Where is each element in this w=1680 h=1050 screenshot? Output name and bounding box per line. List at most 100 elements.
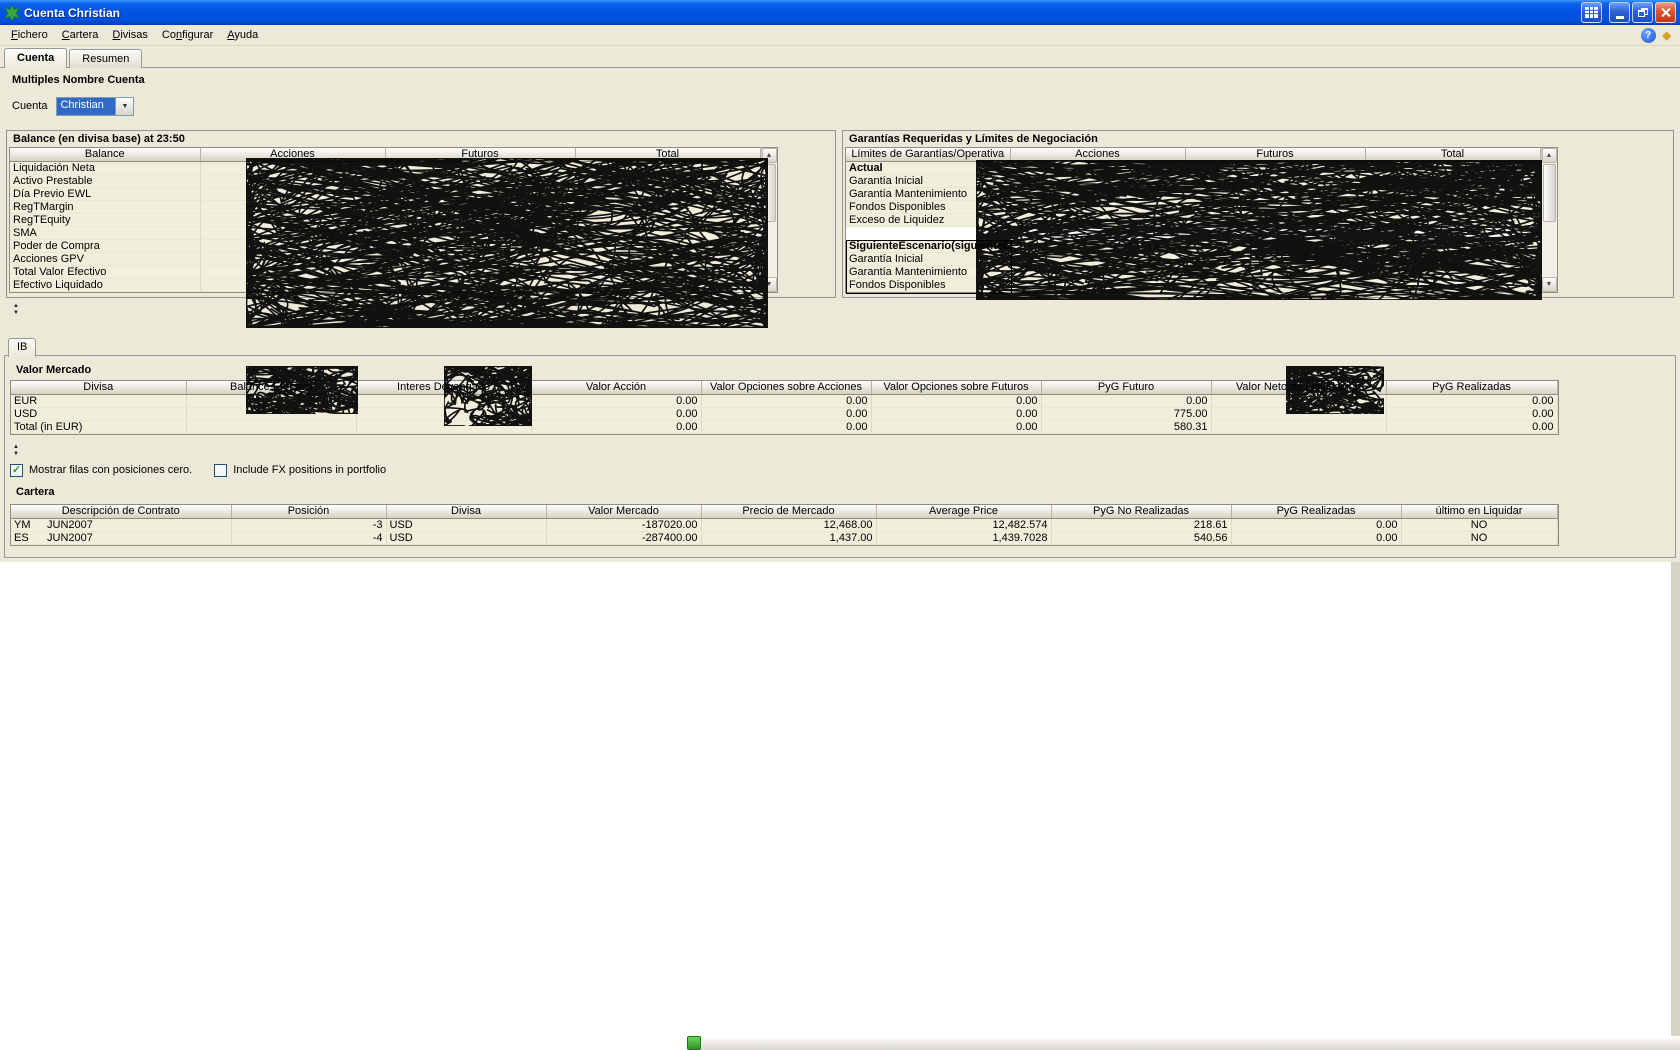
column-header[interactable]: último en Liquidar <box>1401 505 1557 519</box>
table-row[interactable]: Garantía Mantenimiento <box>846 266 1540 279</box>
table-row[interactable]: Liquidación Neta <box>10 162 760 175</box>
table-row[interactable]: Exceso de Liquidez <box>846 214 1540 227</box>
table-row[interactable]: RegTMargin <box>10 201 760 214</box>
value-cell <box>575 214 760 227</box>
table-row[interactable]: Día Previo EWL <box>10 188 760 201</box>
scroll-down-button[interactable]: ▼ <box>762 277 777 292</box>
column-header[interactable]: Valor Opciones sobre Futuros <box>871 381 1041 395</box>
garantias-table: Límites de Garantías/OperativaAccionesFu… <box>845 147 1558 293</box>
connection-status-icon[interactable]: ◆ <box>1663 29 1671 42</box>
column-header[interactable]: Interes Devengado <box>356 381 531 395</box>
table-row[interactable]: RegTEquity <box>10 214 760 227</box>
table-row[interactable]: Fondos Disponibles <box>846 279 1540 292</box>
column-header[interactable]: Valor Neto de Liquidación <box>1211 381 1386 395</box>
value-cell <box>1185 266 1365 279</box>
menu-ayuda[interactable]: Ayuda <box>220 27 265 43</box>
column-header[interactable]: Precio de Mercado <box>701 505 876 519</box>
row-label-cell: Día Previo EWL <box>10 188 200 201</box>
column-header[interactable]: Total <box>575 148 760 162</box>
column-header[interactable]: Descripción de Contrato <box>11 505 231 519</box>
help-icon[interactable]: ? <box>1641 28 1656 43</box>
collapse-down-icon: ▼ <box>10 310 22 317</box>
column-header[interactable]: Divisa <box>386 505 546 519</box>
tab-resumen[interactable]: Resumen <box>69 49 142 69</box>
table-row[interactable]: USD0.000.000.00775.000.00 <box>11 408 1557 421</box>
column-header[interactable]: PyG Realizadas <box>1231 505 1401 519</box>
menu-divisas[interactable]: Divisas <box>105 27 154 43</box>
table-row[interactable]: Poder de Compra <box>10 240 760 253</box>
scroll-up-button[interactable]: ▲ <box>762 148 777 163</box>
value-cell <box>1010 279 1185 292</box>
scrollbar-thumb[interactable] <box>1543 164 1556 222</box>
scroll-up-button[interactable]: ▲ <box>1542 148 1557 163</box>
minimize-button[interactable] <box>1609 2 1630 23</box>
show-zero-positions-checkbox[interactable]: ✓ <box>10 464 23 477</box>
table-row[interactable]: SMA <box>10 227 760 240</box>
scroll-down-button[interactable]: ▼ <box>1542 277 1557 292</box>
column-header[interactable]: Futuros <box>1185 148 1365 162</box>
column-header[interactable]: Valor Opciones sobre Acciones <box>701 381 871 395</box>
value-cell <box>385 266 575 279</box>
close-button[interactable] <box>1655 2 1676 23</box>
grid-button[interactable] <box>1581 2 1602 23</box>
vertical-scrollbar[interactable]: ▲▼ <box>1541 148 1557 292</box>
table-row[interactable]: Acciones GPV <box>10 253 760 266</box>
table-row[interactable]: SiguienteEscenario(siguienteCa... <box>846 240 1540 253</box>
table-row[interactable]: Actual <box>846 162 1540 175</box>
row-label-cell <box>846 227 1010 240</box>
value-cell <box>1010 201 1185 214</box>
column-header[interactable]: Balance <box>10 148 200 162</box>
table-row[interactable]: ESJUN2007-4USD-287400.001,437.001,439.70… <box>11 532 1557 545</box>
scrollbar-track[interactable] <box>762 163 777 277</box>
column-header[interactable]: Valor Mercado <box>546 505 701 519</box>
column-header[interactable]: PyG No Realizadas <box>1051 505 1231 519</box>
table-row[interactable]: Total Valor Efectivo <box>10 266 760 279</box>
table-row[interactable]: Activo Prestable <box>10 175 760 188</box>
combo-dropdown-button[interactable]: ▼ <box>115 98 133 115</box>
table-row[interactable]: EUR0.000.000.000.000.00 <box>11 395 1557 408</box>
table-row[interactable]: YMJUN2007-3USD-187020.0012,468.0012,482.… <box>11 519 1557 532</box>
column-header[interactable]: Acciones <box>200 148 385 162</box>
column-header[interactable]: Average Price <box>876 505 1051 519</box>
column-header[interactable]: Valor Acción <box>531 381 701 395</box>
table-row[interactable]: Garantía Mantenimiento <box>846 188 1540 201</box>
column-header[interactable]: PyG Futuro <box>1041 381 1211 395</box>
titlebar[interactable]: Cuenta Christian <box>0 0 1680 25</box>
tab-cuenta[interactable]: Cuenta <box>4 48 67 69</box>
column-header[interactable]: Futuros <box>385 148 575 162</box>
column-header[interactable]: Total <box>1365 148 1540 162</box>
account-combo[interactable]: Christian ▼ <box>56 97 134 116</box>
column-header[interactable]: Balance Efectivo <box>186 381 356 395</box>
scrollbar-track[interactable] <box>1542 163 1557 277</box>
column-header[interactable]: Divisa <box>11 381 186 395</box>
menu-cartera[interactable]: Cartera <box>55 27 106 43</box>
table-row[interactable] <box>846 227 1540 240</box>
column-header[interactable]: Acciones <box>1010 148 1185 162</box>
value-cell <box>575 162 760 175</box>
column-header[interactable]: Posición <box>231 505 386 519</box>
value-cell <box>1010 266 1185 279</box>
tab-ib[interactable]: IB <box>8 338 36 357</box>
table-row[interactable]: Efectivo Liquidado <box>10 279 760 292</box>
splitter-collapse-control[interactable]: ▲ ▼ <box>10 444 22 458</box>
column-header[interactable]: Límites de Garantías/Operativa <box>846 148 1010 162</box>
menu-configurar[interactable]: Configurar <box>155 27 220 43</box>
taskbar-strip[interactable] <box>701 1036 1680 1050</box>
vertical-scrollbar[interactable]: ▲▼ <box>761 148 777 292</box>
restore-button[interactable] <box>1632 2 1653 23</box>
value-cell: 0.00 <box>531 421 701 434</box>
include-fx-positions-checkbox[interactable]: ✓ <box>214 464 227 477</box>
row-label-cell: RegTEquity <box>10 214 200 227</box>
value-cell <box>186 395 356 408</box>
table-row[interactable]: Garantía Inicial <box>846 253 1540 266</box>
grid-icon <box>1585 7 1598 18</box>
column-header[interactable]: PyG Realizadas <box>1386 381 1557 395</box>
table-row[interactable]: Total (in EUR)0.000.000.00580.310.00 <box>11 421 1557 434</box>
taskbar-fragment[interactable] <box>687 1036 701 1050</box>
splitter-collapse-control[interactable]: ▲ ▼ <box>10 303 22 317</box>
table-row[interactable]: Garantía Inicial <box>846 175 1540 188</box>
table-row[interactable]: Fondos Disponibles <box>846 201 1540 214</box>
row-label-cell: Garantía Inicial <box>846 175 1010 188</box>
scrollbar-thumb[interactable] <box>763 164 776 222</box>
menu-fichero[interactable]: Fichero <box>4 27 55 43</box>
